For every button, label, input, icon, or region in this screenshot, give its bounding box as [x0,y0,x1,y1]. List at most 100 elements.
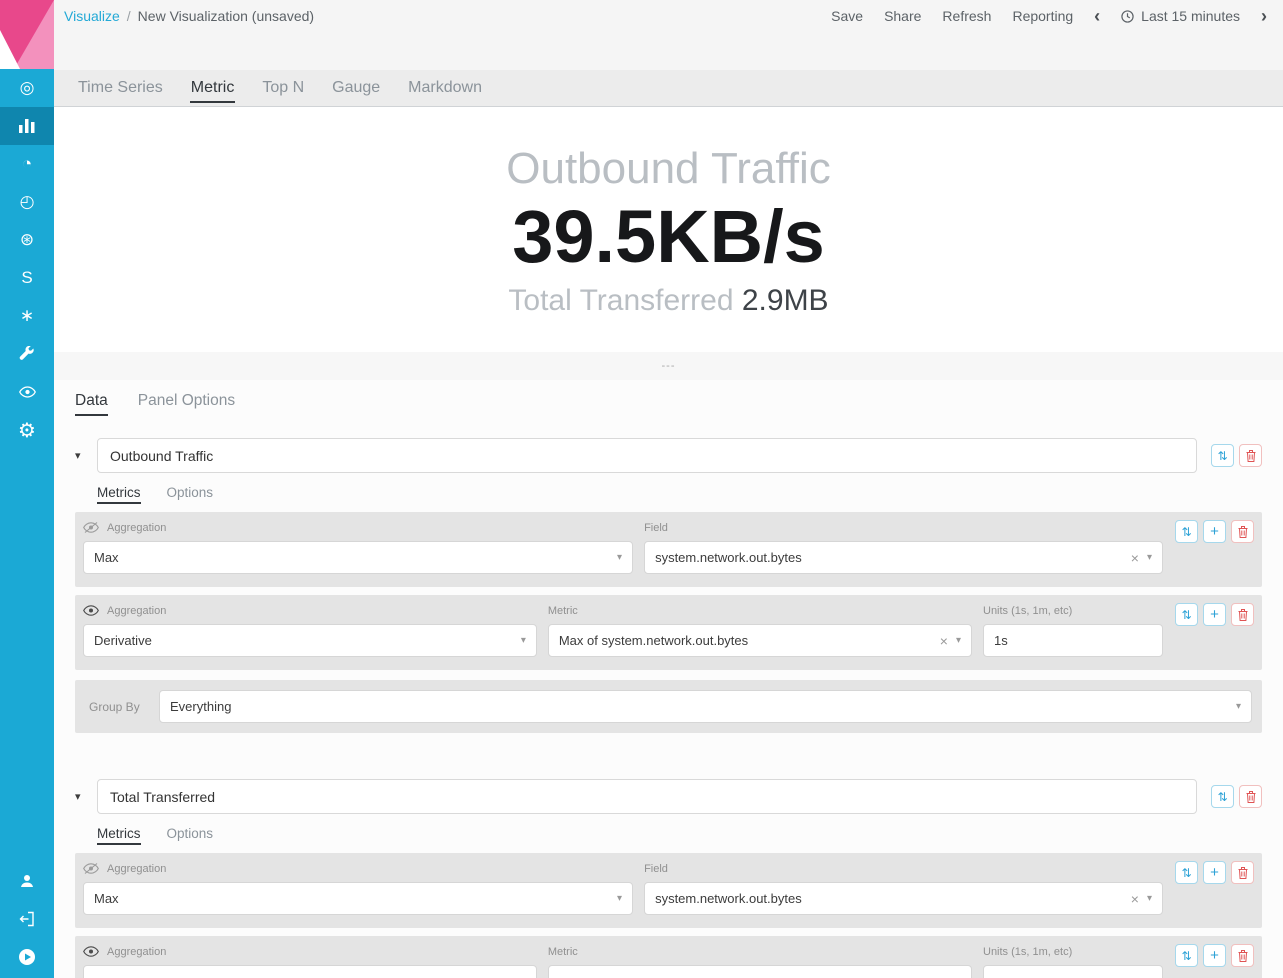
logout-icon[interactable] [0,900,54,938]
series-1-row-2-aggregation-select[interactable]: Derivative ▾ [83,624,537,657]
timelion-icon[interactable]: ◴ [0,183,54,221]
refresh-button[interactable]: Refresh [942,8,991,24]
metric-reorder-button[interactable]: ⇅ [1175,520,1198,543]
management-icon[interactable]: ⚙ [0,411,54,449]
metric-visibility-toggle[interactable] [83,522,99,533]
time-forward-button[interactable]: › [1261,7,1267,25]
series-1-collapse-icon[interactable]: ▾ [75,449,97,462]
series-1-tab-metrics[interactable]: Metrics [97,485,141,504]
time-picker-button[interactable]: Last 15 minutes [1121,8,1240,24]
clear-selection-icon[interactable]: × [1131,550,1139,566]
metric-row-actions: ⇅ + [1163,520,1254,543]
field-value: system.network.out.bytes [655,891,802,906]
series-2-tab-options[interactable]: Options [167,826,214,845]
time-back-button[interactable]: ‹ [1094,7,1100,25]
series-2-header: ▾ ⇅ [75,779,1262,814]
collapse-nav-icon[interactable] [0,938,54,976]
dashboard-icon[interactable]: ◔ [0,145,54,183]
tab-markdown[interactable]: Markdown [394,70,496,106]
series-1-tabs: Metrics Options [97,485,1262,504]
metric-value: Max of system.network.out.bytes [559,633,748,648]
delete-metric-button[interactable] [1231,944,1254,967]
dev-tools-icon[interactable] [0,335,54,373]
global-nav-sidebar: ◎ ◔ ◴ ⊛ S ∗ [0,0,54,978]
series-2-metric-row-2: Aggregation ▾ Metric ▾ [75,936,1262,978]
delete-metric-button[interactable] [1231,520,1254,543]
clear-selection-icon[interactable]: × [940,633,948,649]
series-2-delete-button[interactable] [1239,785,1262,808]
editor-tabs: Data Panel Options [75,392,1262,416]
add-metric-button[interactable]: + [1203,520,1226,543]
delete-metric-button[interactable] [1231,603,1254,626]
metric-visibility-toggle[interactable] [83,946,99,957]
aggregation-group: Aggregation Max ▾ [83,520,633,574]
monitoring-icon[interactable] [0,373,54,411]
reporting-button[interactable]: Reporting [1012,8,1073,24]
units-label: Units (1s, 1m, etc) [983,603,1163,618]
drag-handle[interactable]: --- [662,361,676,372]
user-account-icon[interactable] [0,862,54,900]
top-bar-row: Visualize / New Visualization (unsaved) … [64,0,1267,32]
metric-label: Metric [548,944,972,959]
series-1-row-1-aggregation-select[interactable]: Max ▾ [83,541,633,574]
discover-icon[interactable]: ◎ [0,69,54,107]
units-label: Units (1s, 1m, etc) [983,944,1163,959]
field-label: Field [644,520,1163,535]
tab-data[interactable]: Data [75,392,108,416]
timelion-glyph: ◴ [20,192,35,212]
kibana-logo[interactable] [0,0,54,69]
units-input[interactable] [983,965,1163,978]
series-1-name-input[interactable] [97,438,1197,473]
aggregation-label: Aggregation [107,946,166,958]
series-1-row-2-metric-combo[interactable]: Max of system.network.out.bytes × ▾ [548,624,972,657]
series-2-reorder-button[interactable]: ⇅ [1211,785,1234,808]
add-metric-button[interactable]: + [1203,603,1226,626]
series-2-row-2-metric-combo[interactable]: ▾ [548,965,972,978]
series-2-tab-metrics[interactable]: Metrics [97,826,141,845]
add-metric-button[interactable]: + [1203,861,1226,884]
series-2: ▾ ⇅ Metrics Options [75,779,1262,978]
trash-icon [1246,791,1256,803]
ml-icon[interactable]: ∗ [0,297,54,335]
tab-panel-options[interactable]: Panel Options [138,392,235,416]
clock-icon [1121,10,1134,23]
panel-config-editor: Data Panel Options ▾ ⇅ [54,380,1283,978]
group-by-select[interactable]: Everything ▾ [159,690,1252,723]
tab-top-n[interactable]: Top N [248,70,318,106]
trash-icon [1238,950,1248,962]
share-button[interactable]: Share [884,8,921,24]
series-2-name-input[interactable] [97,779,1197,814]
breadcrumb-visualize-link[interactable]: Visualize [64,8,120,24]
tab-gauge[interactable]: Gauge [318,70,394,106]
metric-reorder-button[interactable]: ⇅ [1175,944,1198,967]
series-1-reorder-button[interactable]: ⇅ [1211,444,1234,467]
metric-visibility-toggle[interactable] [83,605,99,616]
clear-selection-icon[interactable]: × [1131,891,1139,907]
series-2-row-1-aggregation-select[interactable]: Max ▾ [83,882,633,915]
add-metric-button[interactable]: + [1203,944,1226,967]
group-by-label: Group By [89,700,147,714]
trash-icon [1238,867,1248,879]
series-2-row-2-aggregation-select[interactable]: ▾ [83,965,537,978]
metric-group: Metric Max of system.network.out.bytes ×… [548,603,972,657]
chevron-down-icon: ▾ [1236,701,1241,712]
series-1-row-1-field-combo[interactable]: system.network.out.bytes × ▾ [644,541,1163,574]
tab-metric[interactable]: Metric [177,70,249,106]
metric-reorder-button[interactable]: ⇅ [1175,861,1198,884]
series-2-collapse-icon[interactable]: ▾ [75,790,97,803]
save-button[interactable]: Save [831,8,863,24]
delete-metric-button[interactable] [1231,861,1254,884]
viz-type-tabs: Time Series Metric Top N Gauge Markdown [54,70,1283,107]
metric-reorder-button[interactable]: ⇅ [1175,603,1198,626]
graph-icon[interactable]: ⊛ [0,221,54,259]
series-1-delete-button[interactable] [1239,444,1262,467]
series-2-row-1-field-combo[interactable]: system.network.out.bytes × ▾ [644,882,1163,915]
visualize-icon[interactable] [0,107,54,145]
series-1-metric-row-1: Aggregation Max ▾ Field system.network.o… [75,512,1262,587]
metric-visibility-toggle[interactable] [83,863,99,874]
tab-time-series[interactable]: Time Series [64,70,177,106]
sentinl-icon[interactable]: S [0,259,54,297]
units-input[interactable] [983,624,1163,657]
series-1-tab-options[interactable]: Options [167,485,214,504]
metric-secondary-label: Total Transferred [508,284,733,317]
